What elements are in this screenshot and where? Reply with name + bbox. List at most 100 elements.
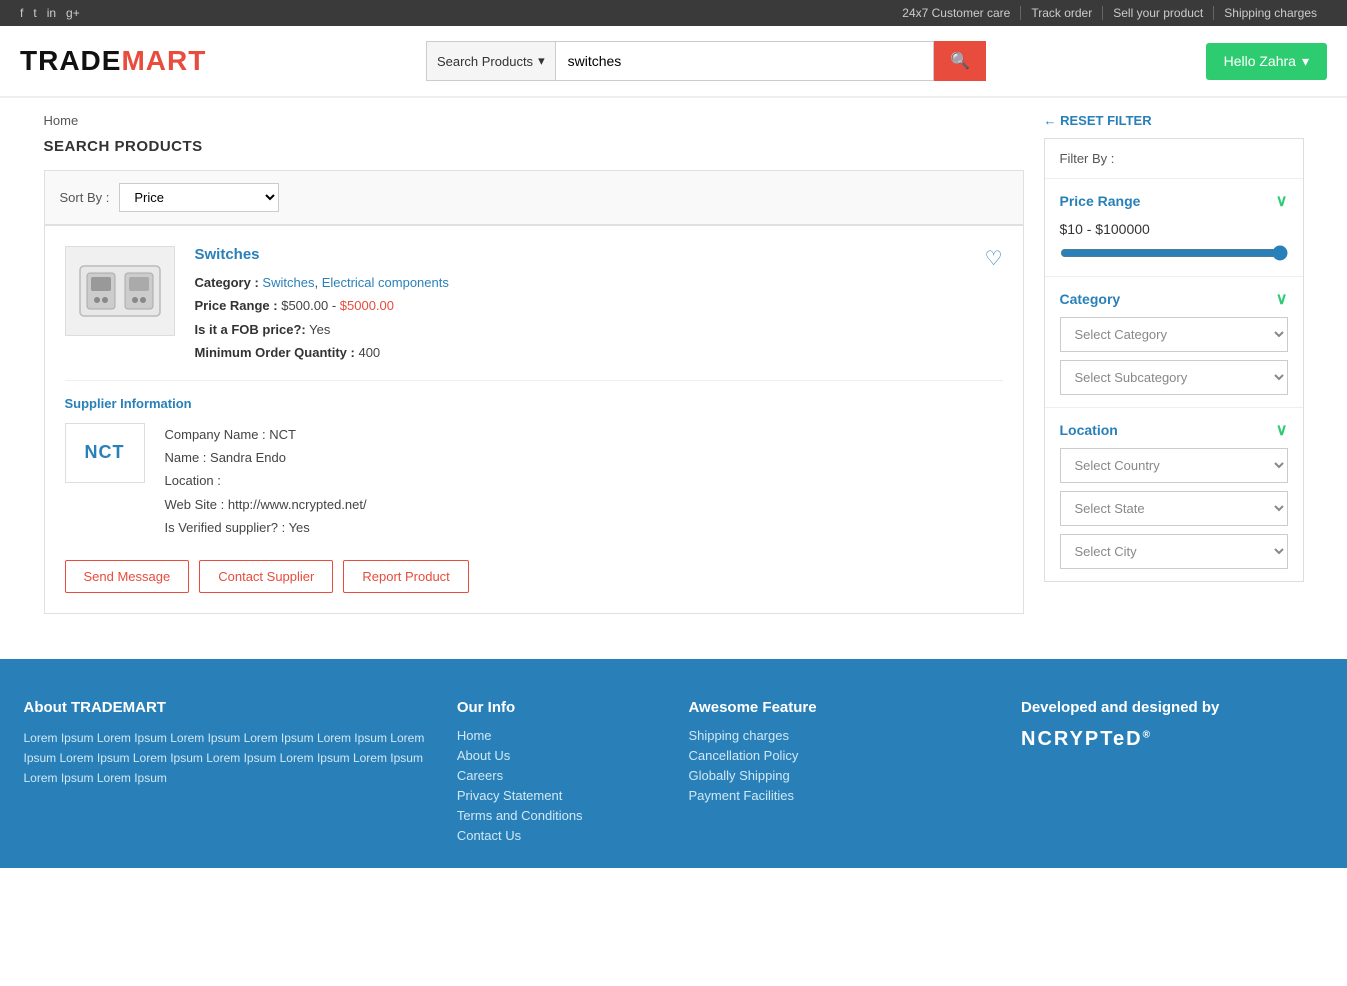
sidebar: ← RESET FILTER Filter By : Price Range ∨…: [1044, 113, 1304, 614]
product-details: Switches Category : Switches, Electrical…: [195, 246, 985, 365]
track-order-link[interactable]: Track order: [1021, 6, 1103, 20]
city-select[interactable]: Select City: [1060, 534, 1288, 569]
sort-label: Sort By :: [60, 190, 110, 205]
category-chevron: ∨: [1276, 289, 1288, 309]
search-input[interactable]: [555, 41, 934, 81]
send-message-button[interactable]: Send Message: [65, 560, 190, 593]
subcategory-select[interactable]: Select Subcategory: [1060, 360, 1288, 395]
supplier-logo-text: NCT: [85, 442, 125, 463]
footer-about-title: About TRADEMART: [24, 699, 427, 716]
price-from: $500.00 -: [281, 298, 340, 313]
content-area: Home SEARCH PRODUCTS Sort By : Price Nam…: [44, 113, 1024, 614]
category-select[interactable]: Select Category: [1060, 317, 1288, 352]
price-range-chevron: ∨: [1276, 191, 1288, 211]
location-title[interactable]: Location ∨: [1060, 420, 1288, 440]
website-link[interactable]: http://www.ncrypted.net/: [228, 497, 367, 512]
home-link[interactable]: Home: [44, 113, 79, 128]
report-product-button[interactable]: Report Product: [343, 560, 468, 593]
gp-icon[interactable]: g+: [66, 6, 80, 20]
main-container: Home SEARCH PRODUCTS Sort By : Price Nam…: [24, 98, 1324, 629]
footer-shipping-link[interactable]: Shipping charges: [689, 728, 992, 743]
supplier-name-label: Name :: [165, 450, 207, 465]
moq-value: 400: [358, 345, 380, 360]
header: TRADEMART Search Products ▾ 🔍 Hello Zahr…: [0, 26, 1347, 97]
category-switches-link[interactable]: Switches: [262, 275, 314, 290]
search-button[interactable]: 🔍: [934, 41, 986, 81]
contact-supplier-button[interactable]: Contact Supplier: [199, 560, 333, 593]
switch-image-svg: [75, 256, 165, 326]
price-range-section: Price Range ∨ $10 - $100000: [1045, 179, 1303, 277]
li-icon[interactable]: in: [47, 6, 56, 20]
footer-cancellation-link[interactable]: Cancellation Policy: [689, 748, 992, 763]
customer-care-link[interactable]: 24x7 Customer care: [892, 6, 1021, 20]
shipping-charges-link[interactable]: Shipping charges: [1214, 6, 1327, 20]
supplier-section: Supplier Information NCT Company Name : …: [65, 396, 1003, 540]
social-icons: f t in g+: [20, 6, 80, 20]
sort-select[interactable]: Price Name Relevance: [119, 183, 279, 212]
footer-about: About TRADEMART Lorem Ipsum Lorem Ipsum …: [24, 699, 427, 848]
logo-mart: MART: [121, 45, 206, 76]
search-category-dropdown[interactable]: Search Products ▾: [426, 41, 555, 81]
filter-box: Filter By : Price Range ∨ $10 - $100000 …: [1044, 138, 1304, 582]
user-menu-button[interactable]: Hello Zahra ▾: [1206, 43, 1327, 80]
footer-awesome: Awesome Feature Shipping charges Cancell…: [689, 699, 992, 848]
footer-global-link[interactable]: Globally Shipping: [689, 768, 992, 783]
footer-privacy-link[interactable]: Privacy Statement: [457, 788, 659, 803]
footer-contact-link[interactable]: Contact Us: [457, 828, 659, 843]
supplier-location-row: Location :: [165, 469, 367, 492]
country-select[interactable]: Select Country: [1060, 448, 1288, 483]
location-section: Location ∨ Select Country Select State S…: [1045, 408, 1303, 581]
breadcrumb: Home: [44, 113, 1024, 128]
page-title: SEARCH PRODUCTS: [44, 138, 1024, 155]
user-label: Hello Zahra: [1224, 53, 1296, 69]
state-select[interactable]: Select State: [1060, 491, 1288, 526]
footer-grid: About TRADEMART Lorem Ipsum Lorem Ipsum …: [24, 699, 1324, 848]
filter-header: Filter By :: [1045, 139, 1303, 179]
top-bar: f t in g+ 24x7 Customer care Track order…: [0, 0, 1347, 26]
price-range-title[interactable]: Price Range ∨: [1060, 191, 1288, 211]
footer-about-link[interactable]: About Us: [457, 748, 659, 763]
footer-payment-link[interactable]: Payment Facilities: [689, 788, 992, 803]
reset-filter-button[interactable]: ← RESET FILTER: [1044, 113, 1304, 128]
location-label: Location :: [165, 473, 221, 488]
footer-home-link[interactable]: Home: [457, 728, 659, 743]
tw-icon[interactable]: t: [33, 6, 36, 20]
supplier-logo: NCT: [65, 423, 145, 483]
fb-icon[interactable]: f: [20, 6, 23, 20]
footer-awesome-title: Awesome Feature: [689, 699, 992, 716]
product-name[interactable]: Switches: [195, 246, 985, 263]
footer: About TRADEMART Lorem Ipsum Lorem Ipsum …: [0, 659, 1347, 868]
logo[interactable]: TRADEMART: [20, 45, 206, 77]
footer-dev: Developed and designed by NCRYPTeD®: [1021, 699, 1324, 848]
footer-dev-title: Developed and designed by: [1021, 699, 1324, 716]
product-category-row: Category : Switches, Electrical componen…: [195, 271, 985, 294]
location-chevron: ∨: [1276, 420, 1288, 440]
company-name-link[interactable]: NCT: [269, 427, 296, 442]
footer-about-text: Lorem Ipsum Lorem Ipsum Lorem Ipsum Lore…: [24, 728, 427, 789]
footer-awesome-links: Shipping charges Cancellation Policy Glo…: [689, 728, 992, 803]
supplier-company-row: Company Name : NCT: [165, 423, 367, 446]
fob-value: Yes: [309, 322, 330, 337]
sort-bar: Sort By : Price Name Relevance: [44, 170, 1024, 225]
product-moq-row: Minimum Order Quantity : 400: [195, 341, 985, 364]
search-area: Search Products ▾ 🔍: [426, 41, 986, 81]
user-dropdown-icon: ▾: [1302, 53, 1309, 70]
product-info: Category : Switches, Electrical componen…: [195, 271, 985, 365]
verified-label: Is Verified supplier? :: [165, 520, 286, 535]
search-icon: 🔍: [950, 53, 970, 70]
logo-trade: TRADE: [20, 45, 121, 76]
category-label: Category :: [195, 275, 259, 290]
website-label: Web Site :: [165, 497, 225, 512]
sell-product-link[interactable]: Sell your product: [1103, 6, 1214, 20]
category-title[interactable]: Category ∨: [1060, 289, 1288, 309]
location-filter-label: Location: [1060, 422, 1118, 438]
favorite-icon[interactable]: ♡: [985, 246, 1003, 271]
ncrypted-logo[interactable]: NCRYPTeD®: [1021, 728, 1324, 751]
supplier-content: NCT Company Name : NCT Name : Sandra End…: [65, 423, 1003, 540]
price-range-slider[interactable]: [1060, 245, 1288, 261]
footer-careers-link[interactable]: Careers: [457, 768, 659, 783]
price-range-value: $10 - $100000: [1060, 221, 1288, 237]
action-buttons: Send Message Contact Supplier Report Pro…: [65, 560, 1003, 593]
footer-terms-link[interactable]: Terms and Conditions: [457, 808, 659, 823]
category-electrical-link[interactable]: Electrical components: [322, 275, 449, 290]
